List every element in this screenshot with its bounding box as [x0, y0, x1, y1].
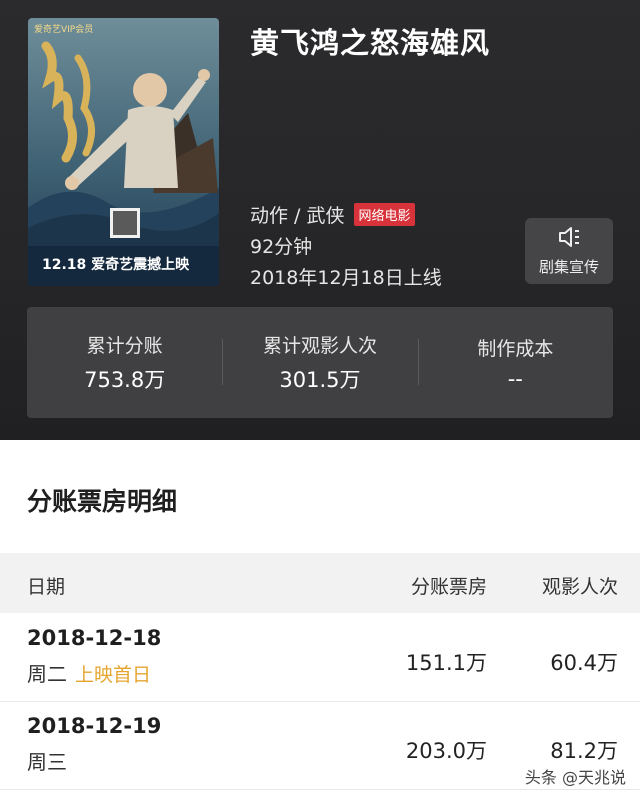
- column-header-date[interactable]: 日期: [27, 572, 65, 599]
- stat-total-views: 累计观影人次 301.5万: [222, 307, 417, 418]
- detail-section-title: 分账票房明细: [27, 487, 178, 516]
- poster-top-tag: 爱奇艺VIP会员: [34, 25, 94, 35]
- row-views: 60.4万: [550, 651, 618, 675]
- row-weekday: 周三: [27, 750, 67, 774]
- row-weekday-line: 周二 上映首日: [27, 658, 151, 687]
- movie-header: 爱奇艺VIP会员 12.18 爱奇艺震撼上映 黄飞鸿之怒海雄风 动作 / 武侠 …: [0, 0, 640, 440]
- row-box-office: 203.0万: [405, 739, 487, 763]
- row-date: 2018-12-19: [27, 714, 162, 738]
- stat-total-revenue: 累计分账 753.8万: [27, 307, 222, 418]
- movie-title: 黄飞鸿之怒海雄风: [250, 26, 491, 60]
- table-row[interactable]: 2018-12-18 周二 上映首日 151.1万 60.4万: [0, 613, 640, 702]
- stat-label: 制作成本: [477, 338, 554, 360]
- stat-production-cost: 制作成本 --: [417, 307, 613, 418]
- stat-label: 累计观影人次: [262, 335, 377, 357]
- stat-value: 301.5万: [279, 368, 361, 392]
- genre-line: 动作 / 武侠 网络电影: [250, 201, 415, 228]
- promo-button[interactable]: 剧集宣传: [525, 218, 613, 284]
- stats-panel: 累计分账 753.8万 累计观影人次 301.5万 制作成本 --: [27, 307, 613, 418]
- poster-release-banner: 12.18 爱奇艺震撼上映: [42, 257, 190, 273]
- column-header-box-office[interactable]: 分账票房: [411, 572, 487, 599]
- stat-value: 753.8万: [84, 368, 166, 392]
- row-box-office: 151.1万: [405, 651, 487, 675]
- promo-button-label: 剧集宣传: [538, 257, 599, 276]
- column-header-views[interactable]: 观影人次: [542, 572, 618, 599]
- web-movie-badge: 网络电影: [354, 203, 415, 226]
- first-day-tag: 上映首日: [75, 664, 152, 686]
- table-header: 日期 分账票房 观影人次: [0, 553, 640, 613]
- row-weekday-line: 周三: [27, 746, 67, 775]
- speaker-icon: [557, 226, 581, 252]
- poster-image: [28, 18, 219, 286]
- stat-label: 累计分账: [86, 335, 163, 357]
- genre-text: 动作 / 武侠: [250, 205, 345, 227]
- row-views: 81.2万: [550, 739, 618, 763]
- release-date-text: 2018年12月18日上线: [250, 267, 442, 289]
- row-weekday: 周二: [27, 662, 67, 686]
- duration-text: 92分钟: [250, 236, 313, 258]
- movie-poster[interactable]: 爱奇艺VIP会员 12.18 爱奇艺震撼上映: [28, 18, 219, 286]
- stat-value: --: [507, 367, 523, 391]
- row-date: 2018-12-18: [27, 626, 162, 650]
- watermark: 头条 @天兆说: [524, 768, 626, 787]
